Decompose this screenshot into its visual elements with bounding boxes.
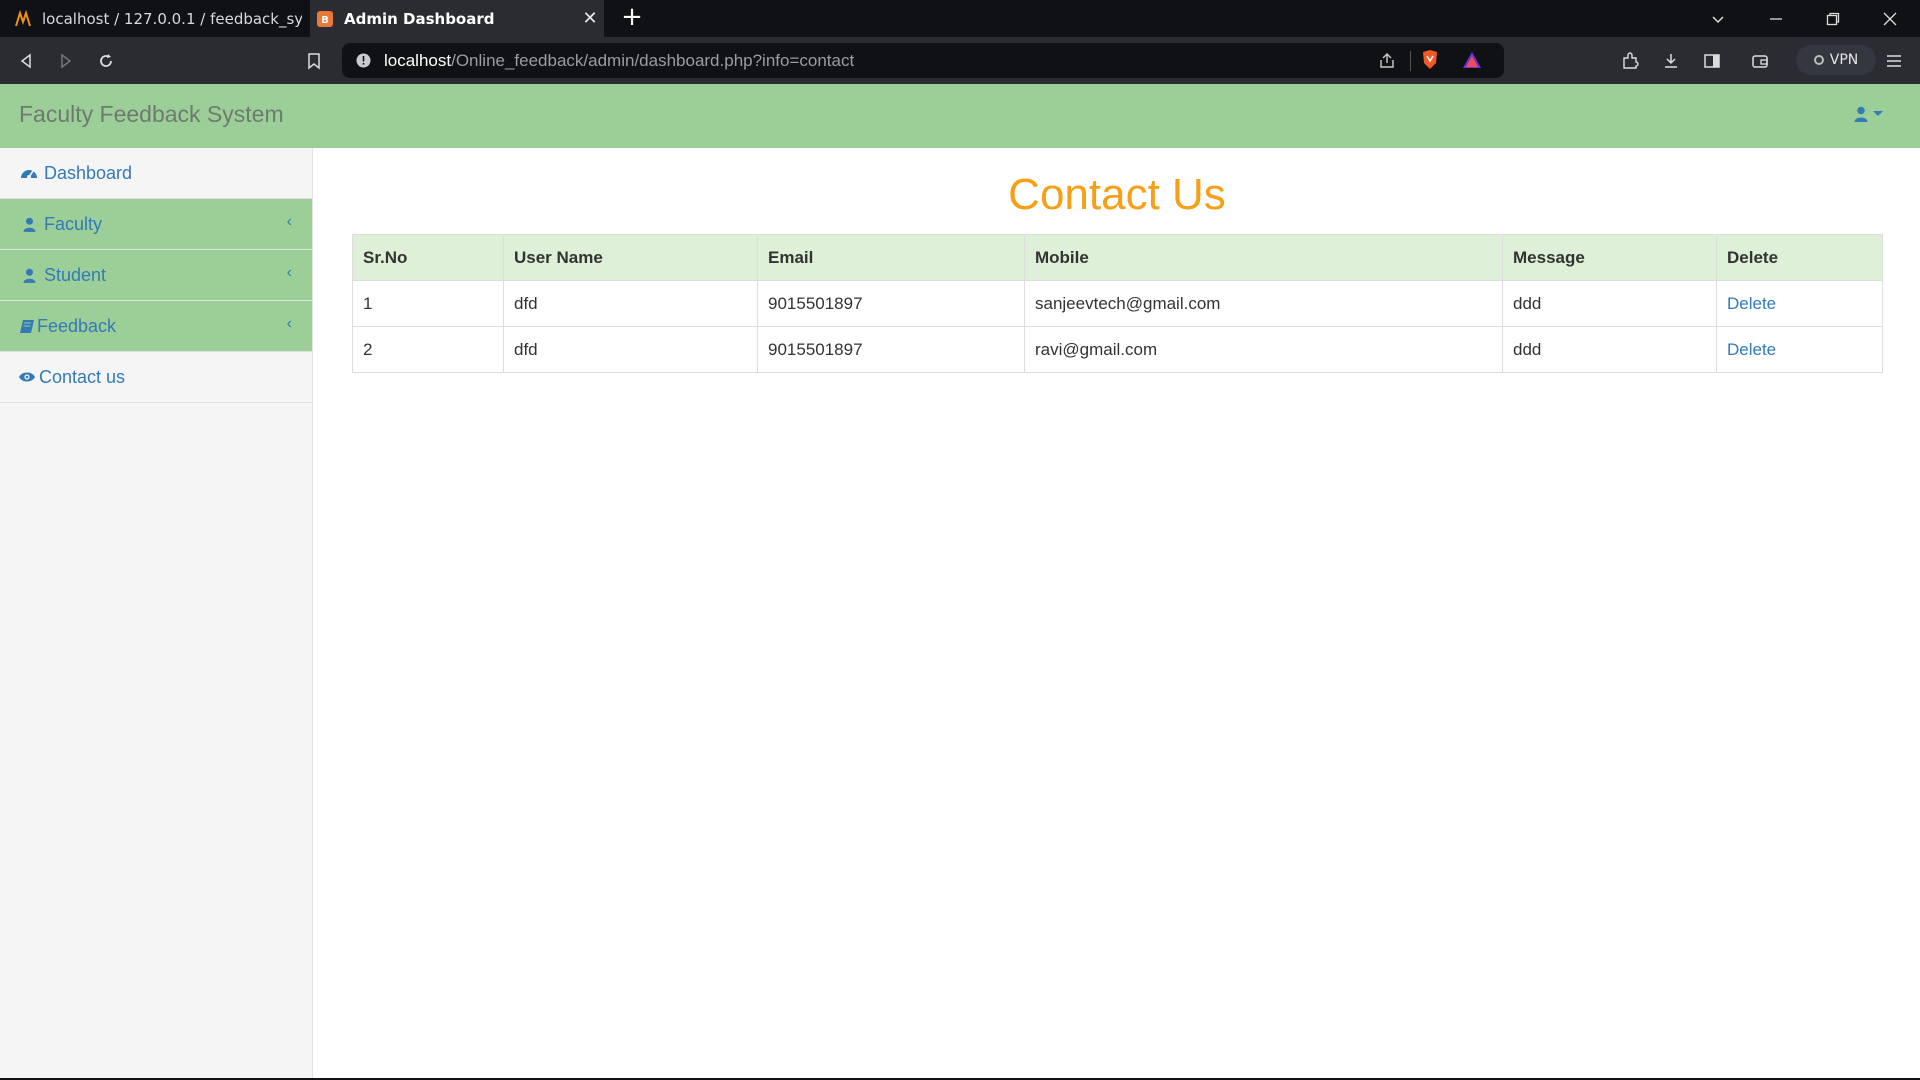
svg-text:B: B <box>321 15 329 26</box>
table-cell: 2 <box>352 326 504 373</box>
dashboard-icon <box>20 164 38 182</box>
sidebar-item-label: Dashboard <box>44 162 133 183</box>
menu-icon[interactable] <box>1880 47 1908 75</box>
eye-icon <box>18 368 36 386</box>
url-host: localhost <box>384 51 452 70</box>
table-header-row: Sr.No User Name Email Mobile Message Del… <box>352 234 1883 281</box>
bootstrap-icon: B <box>317 10 333 27</box>
column-header: User Name <box>503 234 758 281</box>
brave-rewards-icon[interactable] <box>1462 51 1482 69</box>
web-page: Faculty Feedback System Dashboard Facult… <box>0 84 1920 1078</box>
reload-icon[interactable] <box>92 47 120 75</box>
chevron-left-icon: ‹ <box>286 213 292 230</box>
restore-icon[interactable] <box>1805 0 1861 37</box>
delete-link[interactable]: Delete <box>1727 340 1776 359</box>
tab-title: localhost / 127.0.0.1 / feedback_system <box>42 9 302 28</box>
tab-admin-dashboard[interactable]: B Admin Dashboard ✕ <box>310 0 604 37</box>
site-info-icon[interactable] <box>356 53 371 68</box>
table-cell: 9015501897 <box>757 280 1025 327</box>
user-icon <box>20 266 38 284</box>
sidebar-item-label: Contact us <box>39 366 126 387</box>
back-icon[interactable] <box>12 47 40 75</box>
extensions-icon[interactable] <box>1616 47 1644 75</box>
tab-title: Admin Dashboard <box>344 9 495 28</box>
url-text: localhost/Online_feedback/admin/dashboar… <box>384 51 854 71</box>
tab-list-chevron-icon[interactable] <box>1690 0 1746 37</box>
sidebar-item-contact-us[interactable]: Contact us <box>0 352 312 403</box>
sidebar-item-dashboard[interactable]: Dashboard <box>0 148 312 199</box>
address-bar[interactable]: localhost/Online_feedback/admin/dashboar… <box>342 43 1504 78</box>
close-tab-icon[interactable]: ✕ <box>576 8 604 29</box>
vpn-status-icon <box>1813 55 1824 65</box>
vpn-button[interactable]: VPN <box>1796 45 1876 75</box>
bookmark-icon[interactable] <box>300 47 328 75</box>
table-cell: sanjeevtech@gmail.com <box>1024 280 1503 327</box>
url-path: /Online_feedback/admin/dashboard.php?inf… <box>451 51 855 70</box>
browser-tab-bar: localhost / 127.0.0.1 / feedback_system … <box>0 0 1920 37</box>
table-cell: ravi@gmail.com <box>1024 326 1503 373</box>
phpmyadmin-icon <box>15 9 31 26</box>
table-cell: Delete <box>1716 326 1883 373</box>
sidebar-item-label: Feedback <box>37 315 117 336</box>
contact-table: Sr.No User Name Email Mobile Message Del… <box>352 234 1883 373</box>
top-navbar: Faculty Feedback System <box>0 84 1920 148</box>
tab-phpmyadmin[interactable]: localhost / 127.0.0.1 / feedback_system <box>0 0 302 37</box>
book-icon <box>18 317 36 335</box>
share-icon[interactable] <box>1378 52 1396 70</box>
column-header: Mobile <box>1024 234 1503 281</box>
sidebar: Dashboard Faculty ‹ Student ‹ Feedback ‹ <box>0 148 313 1078</box>
table-cell: dfd <box>503 280 758 327</box>
brave-shield-icon[interactable] <box>1420 49 1440 71</box>
sidebar-toggle-icon[interactable] <box>1698 47 1726 75</box>
column-header: Delete <box>1716 234 1883 281</box>
table-cell: ddd <box>1502 326 1717 373</box>
sidebar-item-feedback[interactable]: Feedback ‹ <box>0 301 312 352</box>
main-content: Contact Us Sr.No User Name Email Mobile … <box>352 148 1883 373</box>
table-cell: ddd <box>1502 280 1717 327</box>
user-menu-toggle[interactable] <box>1854 106 1884 122</box>
close-window-icon[interactable] <box>1862 0 1918 37</box>
column-header: Sr.No <box>352 234 504 281</box>
sidebar-item-label: Student <box>44 264 107 285</box>
column-header: Message <box>1502 234 1717 281</box>
table-cell: 9015501897 <box>757 326 1025 373</box>
page-title: Contact Us <box>1008 170 1226 219</box>
table-cell: 1 <box>352 280 504 327</box>
download-icon[interactable] <box>1657 47 1685 75</box>
table-cell: Delete <box>1716 280 1883 327</box>
vpn-label: VPN <box>1829 52 1859 68</box>
table-cell: dfd <box>503 326 758 373</box>
sidebar-item-student[interactable]: Student ‹ <box>0 250 312 301</box>
user-icon <box>1854 106 1868 122</box>
chevron-left-icon: ‹ <box>286 315 292 332</box>
sidebar-item-label: Faculty <box>44 213 103 234</box>
delete-link[interactable]: Delete <box>1727 294 1776 313</box>
column-header: Email <box>757 234 1025 281</box>
user-icon <box>20 215 38 233</box>
caret-down-icon <box>1873 111 1883 116</box>
wallet-icon[interactable] <box>1746 47 1774 75</box>
sidebar-item-faculty[interactable]: Faculty ‹ <box>0 199 312 250</box>
table-row: 1 dfd 9015501897 sanjeevtech@gmail.com d… <box>352 280 1883 327</box>
chevron-left-icon: ‹ <box>286 264 292 281</box>
table-row: 2 dfd 9015501897 ravi@gmail.com ddd Dele… <box>352 326 1883 373</box>
browser-toolbar: localhost/Online_feedback/admin/dashboar… <box>0 37 1920 84</box>
forward-icon[interactable] <box>52 47 80 75</box>
new-tab-icon[interactable]: + <box>620 4 644 30</box>
brand-title[interactable]: Faculty Feedback System <box>19 101 284 128</box>
minimize-icon[interactable] <box>1748 0 1804 37</box>
